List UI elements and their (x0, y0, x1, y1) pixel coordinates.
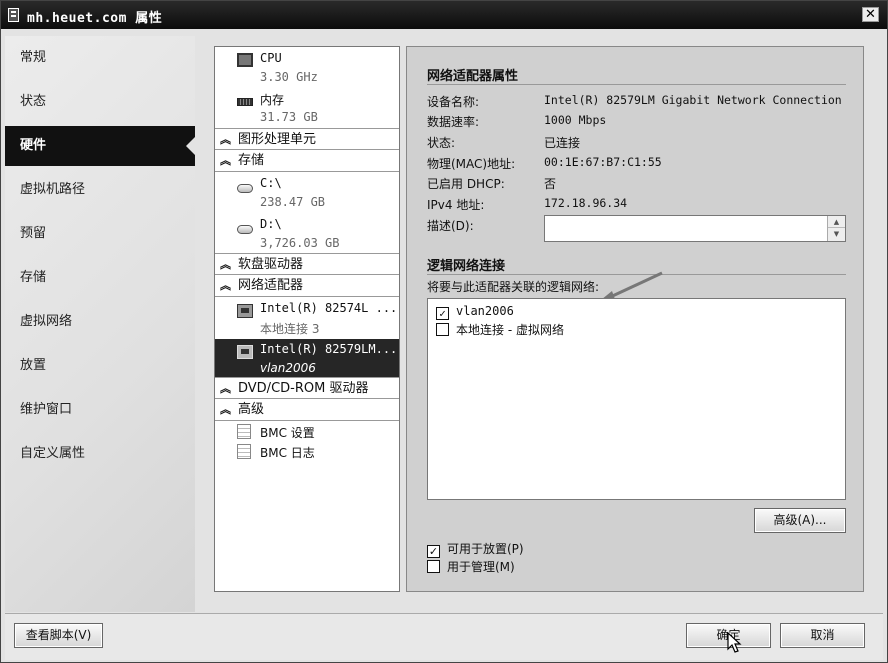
hardware-tree: CPU 3.30 GHz 内存 31.73 GB ︽ 图形处理单元 ︽ 存储 C:\… (214, 46, 400, 592)
advanced-button[interactable]: 高级(A)... (754, 508, 846, 533)
field-value: 1000 Mbps (544, 113, 607, 127)
chevron-up-icon: ︽ (220, 133, 231, 146)
view-script-button[interactable]: 查看脚本(V) (14, 623, 103, 648)
tree-header-storage[interactable]: ︽ 存储 (215, 150, 399, 172)
section-title-adapter: 网络适配器属性 (427, 69, 519, 84)
tree-item-disk-c[interactable]: C:\ 238.47 GB (215, 173, 399, 213)
sidebar-item-vm-path[interactable]: 虚拟机路径 (5, 170, 195, 210)
divider (427, 84, 846, 85)
field-value: 00:1E:67:B7:C1:55 (544, 155, 662, 169)
sidebar-item-general[interactable]: 常规 (5, 38, 195, 78)
tree-header-dvd[interactable]: ︽ DVD/CD-ROM 驱动器 (215, 377, 399, 399)
cancel-button[interactable]: 取消 (780, 623, 865, 648)
scroll-up-icon[interactable]: ▲ (828, 216, 845, 228)
management-checkbox[interactable] (427, 560, 440, 573)
network-adapter-icon (237, 304, 253, 318)
field-label: IPv4 地址: (427, 198, 485, 212)
tree-item-memory[interactable]: 内存 31.73 GB (215, 89, 399, 127)
sidebar-item-placement[interactable]: 放置 (5, 346, 195, 386)
placement-checkbox[interactable]: ✓ (427, 545, 440, 558)
tree-header-floppy[interactable]: ︽ 软盘驱动器 (215, 253, 399, 275)
tree-header-gpu[interactable]: ︽ 图形处理单元 (215, 128, 399, 150)
checkbox-local-network[interactable] (436, 323, 449, 336)
sidebar-item-custom-props[interactable]: 自定义属性 (5, 434, 195, 474)
field-label: 数据速率: (427, 115, 480, 129)
window-title: mh.heuet.com 属性 (27, 11, 163, 26)
chevron-up-icon: ︽ (220, 154, 231, 167)
field-value: 已连接 (544, 136, 581, 150)
logical-network-item-local[interactable]: 本地连接 - 虚拟网络 (436, 321, 564, 339)
title-bar[interactable]: mh.heuet.com 属性 ✕ (1, 1, 887, 29)
tree-item-nic-2[interactable]: Intel(R) 82579LM... vlan2006 (215, 339, 399, 379)
tree-item-bmc-log[interactable]: BMC 日志 (215, 442, 399, 462)
logical-network-prompt: 将要与此适配器关联的逻辑网络: (427, 280, 600, 294)
tree-item-bmc-settings[interactable]: BMC 设置 (215, 422, 399, 442)
logical-network-list: ✓ vlan2006 本地连接 - 虚拟网络 (427, 298, 846, 500)
tree-item-nic-1[interactable]: Intel(R) 82574L ... 本地连接 3 (215, 298, 399, 338)
description-label: 描述(D): (427, 219, 474, 233)
cpu-icon (237, 53, 253, 67)
field-label: 已启用 DHCP: (427, 177, 505, 191)
field-value: 否 (544, 177, 557, 191)
sidebar-item-storage[interactable]: 存储 (5, 258, 195, 298)
memory-icon (237, 98, 253, 106)
close-button[interactable]: ✕ (862, 7, 879, 22)
sidebar-item-virtual-network[interactable]: 虚拟网络 (5, 302, 195, 342)
chevron-up-icon: ︽ (220, 279, 231, 292)
properties-dialog: mh.heuet.com 属性 ✕ 常规 状态 硬件 虚拟机路径 预留 存储 虚… (0, 0, 888, 663)
mouse-cursor-icon (727, 632, 742, 653)
field-label: 设备名称: (427, 95, 480, 109)
chevron-up-icon: ︽ (220, 258, 231, 271)
tree-header-nic[interactable]: ︽ 网络适配器 (215, 275, 399, 297)
sidebar-item-reserve[interactable]: 预留 (5, 214, 195, 254)
checkbox-vlan2006[interactable]: ✓ (436, 307, 449, 320)
field-value: Intel(R) 82579LM Gigabit Network Connect… (544, 93, 842, 107)
network-adapter-icon (237, 345, 253, 359)
sidebar-item-status[interactable]: 状态 (5, 82, 195, 122)
sidebar: 常规 状态 硬件 虚拟机路径 预留 存储 虚拟网络 放置 维护窗口 自定义属性 (5, 36, 196, 612)
sidebar-item-hardware[interactable]: 硬件 (5, 126, 196, 166)
scroll-down-icon[interactable]: ▼ (828, 228, 845, 240)
tree-header-advanced[interactable]: ︽ 高级 (215, 399, 399, 421)
tree-item-disk-d[interactable]: D:\ 3,726.03 GB (215, 214, 399, 254)
sidebar-item-maintenance[interactable]: 维护窗口 (5, 390, 195, 430)
chevron-up-icon: ︽ (220, 382, 231, 395)
properties-panel: 网络适配器属性 设备名称: Intel(R) 82579LM Gigabit N… (406, 46, 864, 592)
disk-icon (237, 184, 253, 193)
section-title-logical-network: 逻辑网络连接 (427, 259, 506, 274)
tree-item-cpu[interactable]: CPU 3.30 GHz (215, 49, 399, 87)
field-label: 物理(MAC)地址: (427, 157, 516, 171)
description-scrollbar[interactable]: ▲ ▼ (827, 216, 845, 241)
field-value: 172.18.96.34 (544, 196, 628, 210)
logical-network-item-vlan2006[interactable]: ✓ vlan2006 (436, 302, 514, 320)
close-icon: ✕ (865, 7, 876, 22)
window-icon (8, 8, 19, 22)
description-input[interactable]: ▲ ▼ (544, 215, 846, 242)
management-option[interactable]: 用于管理(M) (427, 558, 515, 576)
chevron-up-icon: ︽ (220, 403, 231, 416)
document-icon (237, 424, 251, 439)
placement-option[interactable]: ✓ 可用于放置(P) (427, 540, 524, 558)
disk-icon (237, 225, 253, 234)
document-icon (237, 444, 251, 459)
field-label: 状态: (427, 136, 456, 150)
